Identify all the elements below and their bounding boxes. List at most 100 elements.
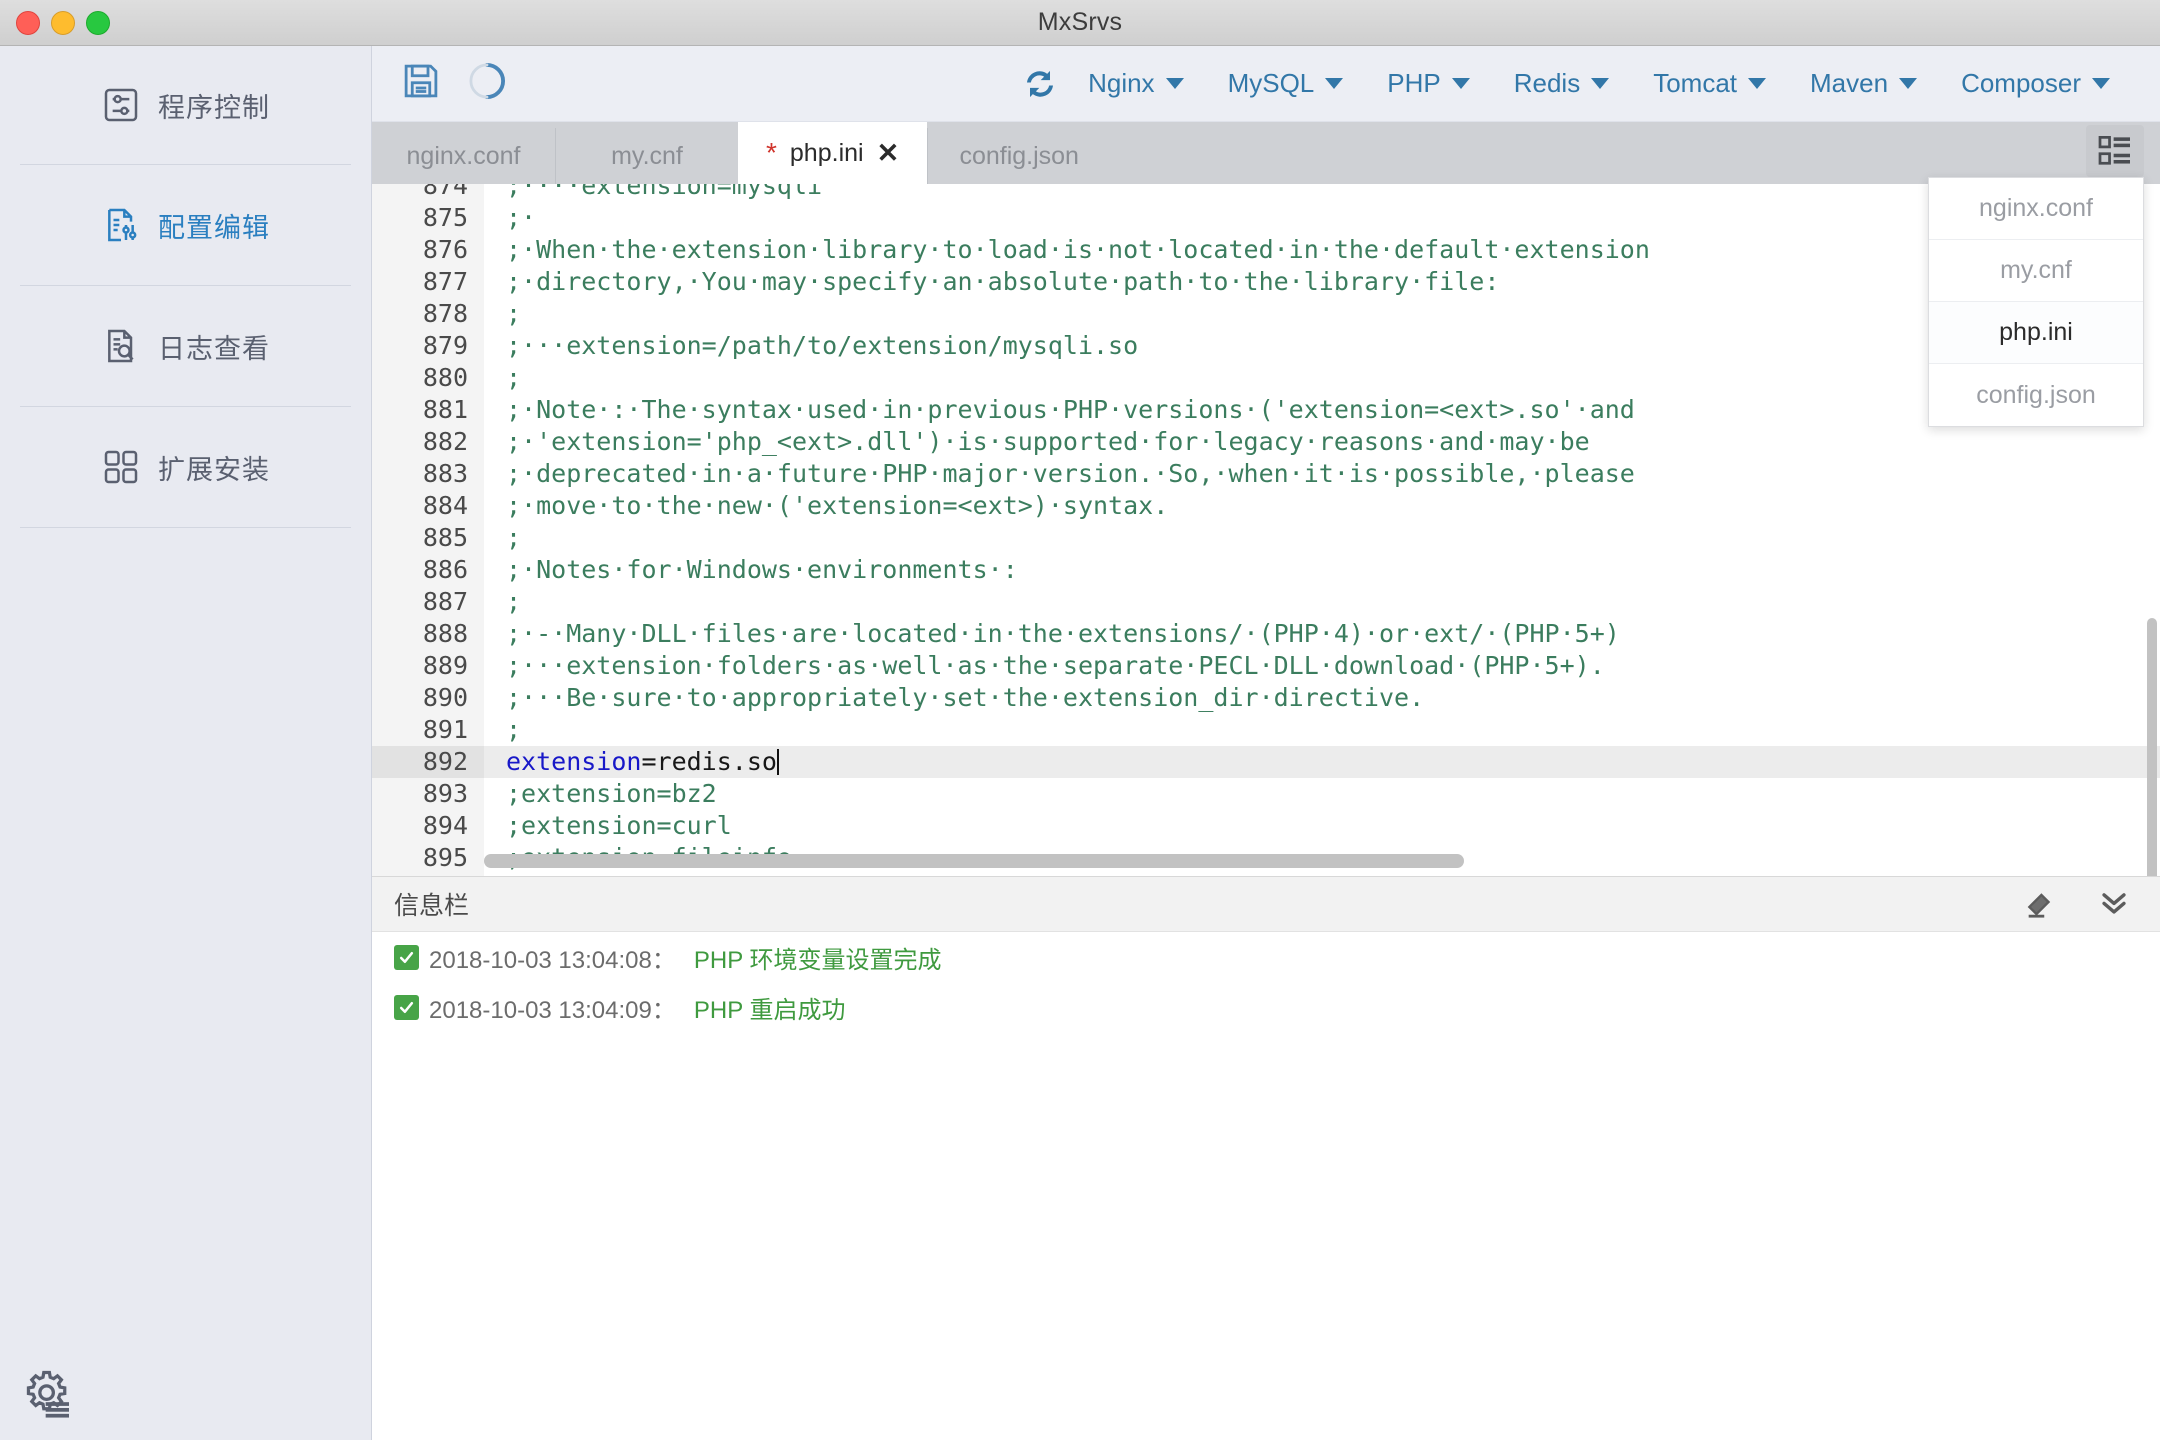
sidebar-item-extension-install[interactable]: 扩展安装	[0, 407, 371, 527]
line-number: 885	[372, 522, 484, 554]
toolbar-left-actions	[400, 60, 508, 107]
text-cursor	[776, 749, 779, 775]
refresh-arrows-icon[interactable]	[1020, 64, 1060, 104]
code-line-text: ;·When·the·extension·library·to·load·is·…	[506, 235, 1650, 264]
file-dropdown-item-config-json[interactable]: config.json	[1929, 364, 2143, 426]
code-line-text: ;	[506, 363, 522, 392]
tab-label: nginx.conf	[406, 141, 521, 170]
service-menu-mysql[interactable]: MySQL	[1206, 68, 1366, 99]
service-menu-nginx[interactable]: Nginx	[1066, 68, 1205, 99]
tab-nginx-conf[interactable]: nginx.conf	[372, 128, 555, 184]
service-menu-redis[interactable]: Redis	[1492, 68, 1631, 99]
service-menu-group: Nginx MySQL PHP Redis Tomcat Maven Compo…	[1020, 64, 2132, 104]
line-number: 878	[372, 298, 484, 330]
code-line[interactable]: 894 ;extension=curl	[372, 810, 2160, 842]
circle-reload-icon[interactable]	[466, 60, 508, 107]
service-menu-php[interactable]: PHP	[1365, 68, 1491, 99]
tab-bar: nginx.conf my.cnf * php.ini ✕ config.jso…	[372, 122, 2160, 427]
code-line[interactable]: 879 ;···extension=/path/to/extension/mysq…	[372, 330, 2160, 362]
chevron-down-icon	[1899, 78, 1918, 89]
code-line-text: ;extension=bz2	[506, 779, 717, 808]
list-view-icon	[2098, 136, 2130, 165]
code-line[interactable]: 884 ;·move·to·the·new·('extension=<ext>)·…	[372, 490, 2160, 522]
code-line[interactable]: 885;	[372, 522, 2160, 554]
info-panel-header: 信息栏	[372, 876, 2160, 932]
code-line[interactable]: 875 ;·	[372, 202, 2160, 234]
file-dropdown-label: my.cnf	[2000, 256, 2072, 284]
service-menu-maven[interactable]: Maven	[1788, 68, 1939, 99]
sidebar-item-label: 日志查看	[158, 333, 270, 364]
info-panel-title: 信息栏	[394, 892, 470, 920]
service-label: Nginx	[1088, 68, 1155, 98]
file-dropdown-item-php-ini[interactable]: php.ini	[1929, 302, 2143, 364]
code-line[interactable]: 888 ;·-·Many·DLL·files·are·located·in·the…	[372, 618, 2160, 650]
eraser-icon[interactable]	[2022, 885, 2058, 924]
file-dropdown-label: config.json	[1976, 380, 2096, 409]
code-line-text: ;···extension=/path/to/extension/mysqli.…	[506, 331, 1139, 360]
code-line-text: ;·directory,·You·may·specify·an·absolute…	[506, 267, 1500, 296]
code-line[interactable]: 891;	[372, 714, 2160, 746]
code-editor[interactable]: 874 ;····extension=mysqli 875 ;· 876 ;·When·t…	[372, 184, 2160, 876]
tab-config-json[interactable]: config.json	[927, 128, 1111, 184]
file-dropdown-label: nginx.conf	[1979, 194, 2093, 222]
log-entry: 2018-10-03 13:04:08： PHP 环境变量设置完成	[372, 932, 2160, 982]
code-line[interactable]: 890 ;···Be·sure·to·appropriately·set·the·…	[372, 682, 2160, 714]
code-line[interactable]: 889 ;···extension·folders·as·well·as·the·…	[372, 650, 2160, 682]
code-line-text: ;···extension·folders·as·well·as·the·sep…	[506, 651, 1605, 680]
code-line[interactable]: 883 ;·deprecated·in·a·future·PHP·major·ve…	[372, 458, 2160, 490]
line-number: 874	[372, 184, 484, 202]
file-dropdown-item-my-cnf[interactable]: my.cnf	[1929, 240, 2143, 302]
code-line[interactable]: 874 ;····extension=mysqli	[372, 184, 2160, 202]
vertical-scrollbar[interactable]	[2147, 188, 2157, 876]
line-number: 893	[372, 778, 484, 810]
vertical-scrollbar-thumb[interactable]	[2147, 618, 2157, 876]
code-line[interactable]: 887;	[372, 586, 2160, 618]
tab-my-cnf[interactable]: my.cnf	[555, 128, 738, 184]
sidebar-item-label: 扩展安装	[158, 454, 270, 485]
horizontal-scrollbar[interactable]	[484, 854, 2138, 868]
window-titlebar: MxSrvs	[0, 0, 2160, 46]
sidebar-item-config-edit[interactable]: 配置编辑	[0, 165, 371, 285]
line-number: 876	[372, 234, 484, 266]
document-sliders-icon	[101, 205, 141, 245]
code-line[interactable]: 876 ;·When·the·extension·library·to·load·…	[372, 234, 2160, 266]
code-line[interactable]: 886 ;·Notes·for·Windows·environments·:	[372, 554, 2160, 586]
line-number: 895	[372, 842, 484, 874]
line-number: 886	[372, 554, 484, 586]
code-line[interactable]: 881 ;·Note·:·The·syntax·used·in·previous·…	[372, 394, 2160, 426]
chevron-down-icon	[1325, 78, 1344, 89]
chevron-down-icon	[1165, 78, 1184, 89]
chevron-double-down-icon[interactable]	[2096, 885, 2132, 924]
code-line[interactable]: 880;	[372, 362, 2160, 394]
tab-php-ini[interactable]: * php.ini ✕	[738, 122, 928, 184]
horizontal-scrollbar-thumb[interactable]	[484, 854, 1464, 868]
sidebar-item-label: 配置编辑	[158, 212, 270, 243]
code-line-text: ;	[506, 523, 522, 552]
service-label: Redis	[1513, 68, 1581, 98]
code-line-text: ;·move·to·the·new·('extension=<ext>)·syn…	[506, 491, 1169, 520]
code-line-text: ;·Notes·for·Windows·environments·:	[506, 555, 1018, 584]
file-list-toggle-button[interactable]	[2086, 125, 2144, 177]
code-line[interactable]: 893 ;extension=bz2	[372, 778, 2160, 810]
service-menu-tomcat[interactable]: Tomcat	[1631, 68, 1788, 99]
file-dropdown-label: php.ini	[1999, 318, 2073, 346]
service-menu-composer[interactable]: Composer	[1939, 68, 2132, 99]
chevron-down-icon	[2092, 78, 2110, 89]
code-line[interactable]: 882 ;·'extension='php_<ext>.dll')·is·supp…	[372, 426, 2160, 458]
sidebar-divider	[20, 527, 351, 528]
sidebar-item-log-view[interactable]: 日志查看	[0, 286, 371, 406]
code-line-text: ;	[506, 587, 522, 616]
line-number: 883	[372, 458, 484, 490]
sidebar-item-program-control[interactable]: 程序控制	[0, 46, 371, 164]
floppy-save-icon[interactable]	[400, 60, 442, 107]
file-dropdown-item-nginx-conf[interactable]: nginx.conf	[1929, 178, 2143, 240]
code-line[interactable]: 877 ;·directory,·You·may·specify·an·absol…	[372, 266, 2160, 298]
line-number: 879	[372, 330, 484, 362]
code-line[interactable]: 878;	[372, 298, 2160, 330]
code-line[interactable]: 892 extension=redis.so	[372, 746, 2160, 778]
code-line-text: ;	[506, 715, 522, 744]
line-number: 880	[372, 362, 484, 394]
settings-button[interactable]	[20, 1366, 76, 1422]
code-line-text: ;···Be·sure·to·appropriately·set·the·ext…	[506, 683, 1425, 712]
close-icon[interactable]: ✕	[877, 138, 900, 169]
